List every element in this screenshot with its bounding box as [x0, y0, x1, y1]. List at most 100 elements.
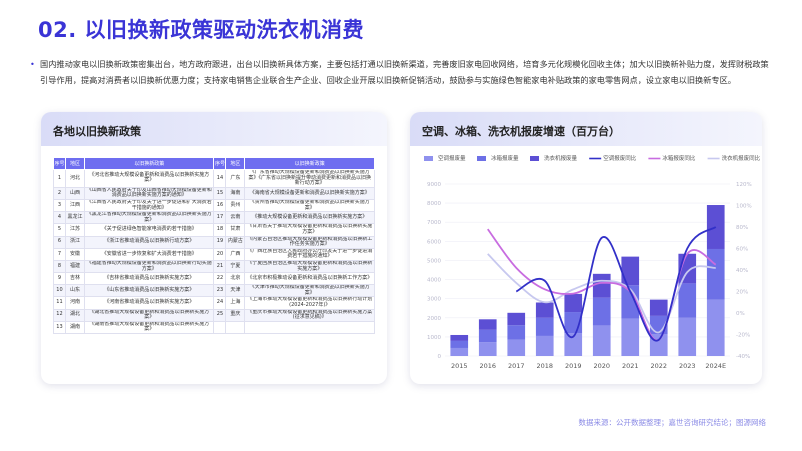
index-cell: 7: [53, 247, 66, 261]
bar-segment: [592, 325, 611, 356]
x-tick-label: 2016: [479, 362, 496, 370]
policy-table: 序号 地区 以旧换新政策 序号 地区 以旧换新政策 1 河北 《河北省推动大规模设备更新和消费…: [53, 157, 375, 335]
policy-cell: 《江西省人民政府关于印发关于进一步促进和扩大消费若干措施的通知》: [83, 198, 215, 213]
index-cell: 19: [213, 235, 227, 249]
index-cell: 13: [53, 320, 66, 335]
policy-cell: 《天津市推动大规模设备更新和消费品以旧换新实施方案》: [244, 284, 375, 298]
policy-cell: 《山西省人民政府关于印发山西省推动大规模设备更新和消费品以旧换新实施方案的通知》: [83, 186, 215, 200]
bar-segment: [535, 317, 554, 336]
index-cell: 15: [213, 186, 227, 200]
x-tick-label: 2017: [508, 362, 525, 370]
bar-segment: [535, 302, 554, 318]
y2-tick-label: 40%: [736, 268, 748, 274]
policy-cell: 《湖北省推动大规模设备更新和消费品以旧换新实施方案》: [83, 308, 215, 322]
policy-cell: 《上海市推动大规模设备更新和消费品以旧换新行动计划(2024-2027年)》: [244, 296, 375, 310]
legend-label: 洗衣机报废同比: [722, 154, 761, 162]
region-cell: 湖北: [64, 308, 85, 322]
legend-label: 空调报废量: [438, 154, 466, 162]
legend-label: 空调报废同比: [603, 154, 637, 162]
region-cell: 宁夏: [225, 259, 246, 274]
region-cell: 广西: [225, 247, 246, 261]
region-cell: 广东: [225, 169, 246, 188]
y-tick-label: 9000: [427, 182, 441, 188]
region-cell: 贵州: [225, 198, 246, 213]
table-row: 2 山西 《山西省人民政府关于印发山西省推动大规模设备更新和消费品以旧换新实施方案的…: [53, 186, 375, 200]
policy-cell: 《关于促进绿色智能家电消费的若干措施》: [83, 223, 215, 237]
index-cell: 14: [213, 169, 227, 188]
policy-cell: 《广西壮族自治区人民政府办公厅印发关于进一步促进消费若干措施的通知》: [244, 247, 375, 261]
bar-segment: [507, 339, 526, 356]
table-header-cell: 以旧换新政策: [83, 157, 215, 170]
index-cell: 24: [213, 296, 227, 310]
region-cell: 甘肃: [225, 223, 246, 237]
index-cell: 10: [53, 284, 66, 298]
bar-segment: [478, 329, 497, 343]
index-cell: 12: [53, 308, 66, 322]
index-cell: 22: [213, 272, 227, 286]
policy-cell: 《吉林省推动消费品以旧换新实施方案》: [83, 272, 215, 286]
index-cell: 9: [53, 272, 66, 286]
table-header-cell: 以旧换新政策: [244, 157, 375, 170]
bar-segment: [507, 325, 526, 340]
region-cell: 黑龙江: [64, 211, 85, 225]
y-tick-label: 3000: [427, 297, 441, 303]
bar-segment: [706, 248, 725, 300]
policy-cell: 《重庆市推动大规模设备更新和消费品以旧换新实施方案(征求意见稿)》: [244, 308, 375, 322]
chart-card-title: 空调、冰箱、洗衣机报废增速（百万台）: [410, 112, 762, 146]
bar-segment: [478, 319, 497, 330]
policy-cell: 《内蒙古自治区推动大规模设备更新和消费品以旧换新工作任务实施方案》: [244, 235, 375, 249]
policy-card-title: 各地以旧换新政策: [41, 112, 387, 146]
y2-tick-label: 120%: [736, 182, 752, 188]
x-tick-label: 2015: [451, 362, 468, 370]
y-tick-label: 5000: [427, 258, 441, 264]
table-row: 13 湖南 《湖南省推动大规模设备更新和消费品以旧换新实施方案》: [53, 320, 375, 335]
policy-cell: 《福建省推动大规模设备更新和消费品以旧换新行动实施方案》: [83, 259, 215, 274]
y-tick-label: 4000: [427, 278, 441, 284]
table-header-cell: 地区: [64, 157, 85, 170]
region-cell: 重庆: [225, 308, 246, 322]
table-row: 4 黑龙江 《黑龙江省推动大规模设备更新和消费品以旧换新实施方案》 17 云南 《推动大规…: [53, 211, 375, 225]
policy-cell: 《浙江省推动消费品以旧换新行动方案》: [83, 235, 215, 249]
policy-cell: 《北京市积极推动设备更新和消费品以旧换新工作方案》: [244, 272, 375, 286]
region-cell: 江西: [64, 198, 85, 213]
y2-tick-label: -40%: [736, 354, 750, 360]
table-row: 3 江西 《江西省人民政府关于印发关于进一步促进和扩大消费若干措施的通知》 16 贵州《…: [53, 198, 375, 213]
index-cell: 8: [53, 259, 66, 274]
intro-paragraph: • 国内推动家电以旧换新政策密集出台，地方政府跟进，出台以旧换新具体方案，主要包…: [30, 56, 770, 88]
table-header-row: 序号 地区 以旧换新政策 序号 地区 以旧换新政策: [53, 157, 375, 170]
table-body: 1 河北 《河北省推动大规模设备更新和消费品以旧换新实施方案》 14 广东 《广东省推动大…: [53, 169, 375, 335]
policy-cell: [244, 320, 375, 335]
bar-segment: [450, 347, 469, 356]
region-cell: 内蒙古: [225, 235, 246, 249]
policy-cell: 《贵州省推动大规模设备更新和消费品以旧换新实施方案》: [244, 198, 375, 213]
region-cell: 天津: [225, 284, 246, 298]
table-row: 10 山东 《山东省推动消费品以旧换新实施方案》 23 天津 《天津市推动大规模设备更新和…: [53, 284, 375, 298]
region-cell: 上海: [225, 296, 246, 310]
table-row: 9 吉林 《吉林省推动消费品以旧换新实施方案》 22 北京 《北京市积极推动设备更新和消费…: [53, 272, 375, 286]
bar-segment: [706, 299, 725, 356]
index-cell: 4: [53, 211, 66, 225]
intro-text: 国内推动家电以旧换新政策密集出台，地方政府跟进，出台以旧换新具体方案，主要包括打…: [40, 59, 769, 85]
y2-tick-label: 80%: [736, 225, 748, 231]
index-cell: 17: [213, 211, 227, 225]
policy-cell: 《山东省推动消费品以旧换新实施方案》: [83, 284, 215, 298]
bar-segment: [678, 317, 697, 356]
bar-segment: [478, 342, 497, 356]
index-cell: 16: [213, 198, 227, 213]
index-cell: 3: [53, 198, 66, 213]
bar-segment: [507, 312, 526, 326]
chart-card: 空调、冰箱、洗衣机报废增速（百万台） 0 1000 2000 3000 4000 5000…: [410, 112, 762, 384]
y2-tick-label: 100%: [736, 204, 752, 210]
region-cell: 江苏: [64, 223, 85, 237]
policy-cell: 《湖南省推动大规模设备更新和消费品以旧换新实施方案》: [83, 320, 215, 335]
policy-cell: 《海南省大规模设备更新和消费品以旧换新实施方案》: [244, 186, 375, 200]
region-cell: 安徽: [64, 247, 85, 261]
bar-segment: [450, 340, 469, 348]
table-row: 8 福建 《福建省推动大规模设备更新和消费品以旧换新行动实施方案》 21 宁夏 《宁夏回族…: [53, 259, 375, 274]
scrap-growth-chart: 0 1000 2000 3000 4000 5000 6000 7000 8000 9000 -40…: [424, 154, 761, 370]
x-tick-label: 2022: [650, 362, 667, 370]
policy-cell: 《甘肃省关于推动大规模设备更新和消费品以旧换新实施方案》: [244, 223, 375, 237]
legend-label: 冰箱报废量: [491, 154, 519, 162]
index-cell: 21: [213, 259, 227, 274]
policy-cell: 《河北省推动大规模设备更新和消费品以旧换新实施方案》: [83, 169, 215, 188]
